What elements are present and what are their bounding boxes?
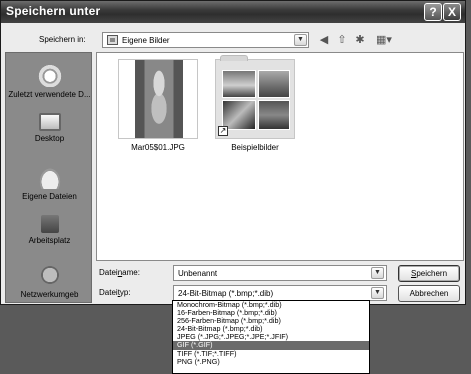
lookin-value: Eigene Bilder — [122, 36, 170, 45]
file-name: Mar05$01.JPG — [131, 143, 185, 152]
filename-label: Dateiname: — [99, 268, 140, 277]
new-folder-icon[interactable]: ✱ — [353, 33, 367, 47]
place-label: Netzwerkumgeb — [20, 290, 79, 299]
cat-photo — [135, 60, 183, 138]
desktop-icon — [38, 113, 61, 131]
lookin-dropdown[interactable]: Eigene Bilder ▼ — [102, 32, 309, 48]
label-part: ame: — [122, 268, 140, 277]
folder-icon — [107, 35, 118, 45]
my-computer-icon — [40, 215, 59, 233]
preview-image — [258, 100, 290, 130]
help-button[interactable]: ? — [424, 3, 442, 21]
close-button[interactable]: X — [443, 3, 461, 21]
place-label: Zuletzt verwendete D... — [8, 90, 91, 99]
window-title: Speichern unter — [6, 4, 101, 18]
filetype-chevron-down-icon[interactable]: ▼ — [371, 287, 384, 299]
my-documents-icon — [36, 165, 63, 189]
place-network[interactable]: Netzwerkumgeb — [6, 263, 93, 299]
place-desktop[interactable]: Desktop — [6, 113, 93, 143]
filename-input[interactable]: Unbenannt — [173, 265, 387, 281]
filetype-label: Dateityp: — [99, 288, 131, 297]
save-button[interactable]: Speichern — [398, 265, 460, 282]
label-part: Datei — [99, 288, 118, 297]
image-thumbnail — [118, 59, 198, 139]
file-item-image[interactable]: Mar05$01.JPG — [112, 59, 204, 152]
lookin-label: Speichern in: — [39, 35, 86, 44]
places-bar: Zuletzt verwendete D... Desktop Eigene D… — [5, 52, 92, 303]
filetype-select[interactable]: 24-Bit-Bitmap (*.bmp;*.dib) — [173, 285, 387, 301]
folder-name: Beispielbilder — [231, 143, 279, 152]
place-label: Eigene Dateien — [22, 192, 77, 201]
recent-documents-icon — [36, 63, 63, 87]
back-icon[interactable]: ◀ — [317, 33, 331, 47]
place-my-documents[interactable]: Eigene Dateien — [6, 165, 93, 201]
cancel-button[interactable]: Abbrechen — [398, 285, 460, 302]
place-my-computer[interactable]: Arbeitsplatz — [6, 215, 93, 245]
chevron-down-icon[interactable]: ▼ — [294, 34, 307, 46]
folder-thumbnail: ↗ — [215, 55, 295, 139]
shortcut-arrow-icon: ↗ — [218, 126, 228, 136]
preview-image — [222, 70, 256, 98]
folder-tab — [220, 55, 248, 61]
place-label: Desktop — [34, 134, 65, 143]
filename-chevron-down-icon[interactable]: ▼ — [371, 267, 384, 279]
save-as-dialog: Speichern unter ? X Speichern in: Eigene… — [0, 0, 466, 305]
file-list[interactable]: Mar05$01.JPG ↗ Beispielbilder — [96, 52, 464, 261]
up-folder-icon[interactable]: ⇧ — [335, 33, 349, 47]
title-bar[interactable]: Speichern unter ? X — [1, 1, 465, 23]
filetype-dropdown-list[interactable]: Monochrom-Bitmap (*.bmp;*.dib) 16-Farben… — [172, 300, 370, 374]
label-part: yp: — [119, 288, 131, 297]
label-part: Datei — [99, 268, 118, 277]
place-label: Arbeitsplatz — [28, 236, 71, 245]
preview-image — [258, 70, 290, 98]
file-item-folder[interactable]: ↗ Beispielbilder — [209, 55, 301, 152]
network-icon — [36, 263, 63, 287]
filetype-option[interactable]: PNG (*.PNG) — [173, 357, 369, 366]
save-label: peichern — [416, 269, 448, 278]
place-recent[interactable]: Zuletzt verwendete D... — [6, 63, 93, 99]
views-icon[interactable]: ▦▾ — [373, 33, 395, 47]
